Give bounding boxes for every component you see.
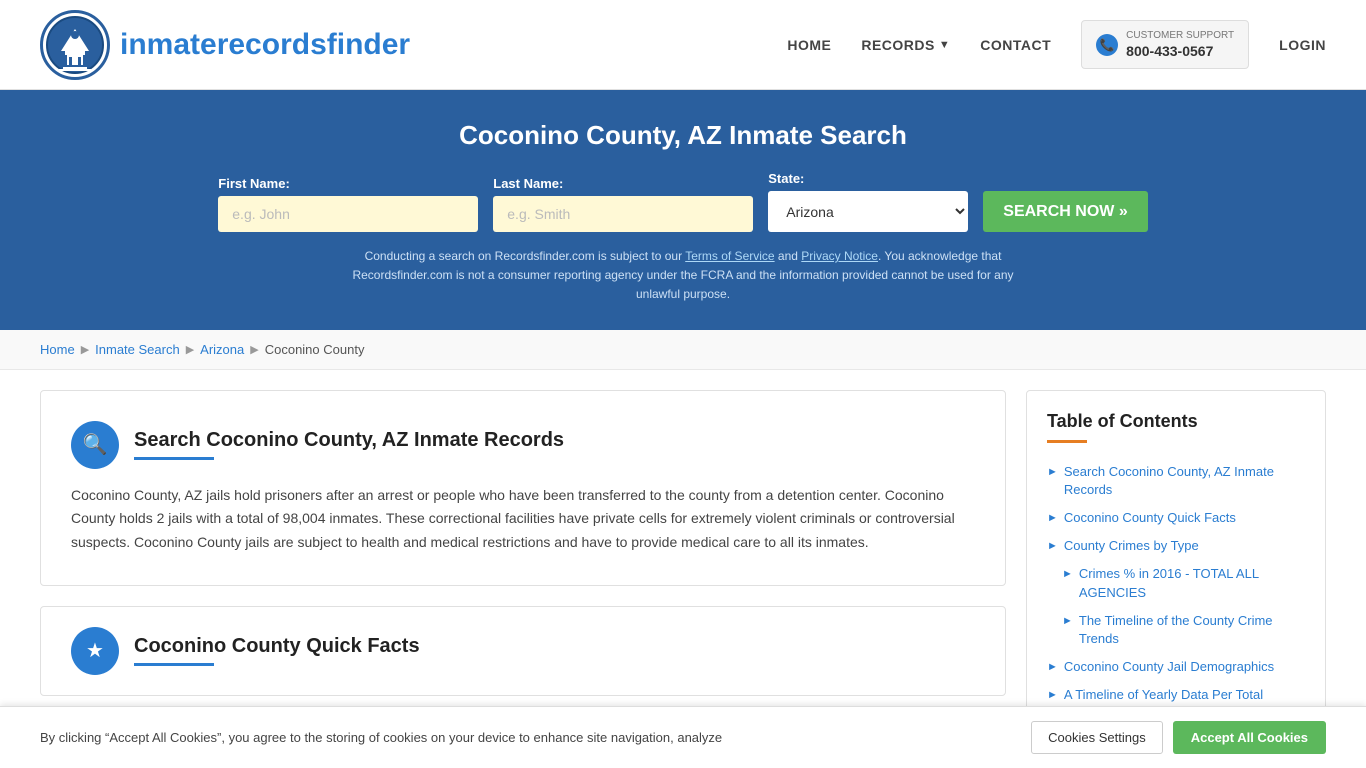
chevron-down-icon: ▼ xyxy=(939,39,950,51)
chevron-icon-1: ► xyxy=(1047,511,1058,526)
breadcrumb-sep-2: ▶ xyxy=(186,343,194,356)
first-name-label: First Name: xyxy=(218,176,478,191)
first-name-input[interactable] xyxy=(218,196,478,232)
toc-label-1: Coconino County Quick Facts xyxy=(1064,509,1236,527)
last-name-field-group: Last Name: xyxy=(493,176,753,232)
card1-header: 🔍 Search Coconino County, AZ Inmate Reco… xyxy=(71,421,975,469)
state-label: State: xyxy=(768,171,968,186)
content-area: 🔍 Search Coconino County, AZ Inmate Reco… xyxy=(40,390,1006,731)
toc-label-6: A Timeline of Yearly Data Per Total xyxy=(1064,686,1263,704)
header: inmaterecordsfinder HOME RECORDS ▼ CONTA… xyxy=(0,0,1366,90)
toc-label-4: The Timeline of the County Crime Trends xyxy=(1079,612,1305,648)
accept-cookies-button[interactable]: Accept All Cookies xyxy=(1173,721,1326,754)
toc-item-1[interactable]: ► Coconino County Quick Facts xyxy=(1047,504,1305,532)
cookie-banner: By clicking “Accept All Cookies”, you ag… xyxy=(0,706,1366,768)
nav-login[interactable]: LOGIN xyxy=(1279,37,1326,53)
terms-link[interactable]: Terms of Service xyxy=(685,249,774,263)
support-phone: 800-433-0567 xyxy=(1126,42,1234,60)
breadcrumb-home[interactable]: Home xyxy=(40,342,75,357)
logo-plain: inmaterecords xyxy=(120,28,327,61)
breadcrumb-arizona[interactable]: Arizona xyxy=(200,342,244,357)
chevron-icon-2: ► xyxy=(1047,539,1058,554)
search-button[interactable]: SEARCH NOW » xyxy=(983,191,1147,232)
disclaimer: Conducting a search on Recordsfinder.com… xyxy=(333,247,1033,305)
card1-title: Search Coconino County, AZ Inmate Record… xyxy=(134,429,564,452)
hero-section: Coconino County, AZ Inmate Search First … xyxy=(0,90,1366,330)
chevron-icon-5: ► xyxy=(1047,660,1058,675)
toc-item-3[interactable]: ► Crimes % in 2016 - TOTAL ALL AGENCIES xyxy=(1062,560,1305,606)
cookie-btn-group: Cookies Settings Accept All Cookies xyxy=(1031,721,1326,754)
inmate-records-card: 🔍 Search Coconino County, AZ Inmate Reco… xyxy=(40,390,1006,586)
state-field-group: State: Arizona Alabama Alaska California… xyxy=(768,171,968,232)
nav-contact[interactable]: CONTACT xyxy=(980,37,1051,53)
breadcrumb-sep-1: ▶ xyxy=(81,343,89,356)
disclaimer-and: and xyxy=(775,249,802,263)
disclaimer-text: Conducting a search on Recordsfinder.com… xyxy=(365,249,686,263)
chevron-icon-6: ► xyxy=(1047,688,1058,703)
toc-item-2[interactable]: ► County Crimes by Type xyxy=(1047,532,1305,560)
toc-label-0: Search Coconino County, AZ Inmate Record… xyxy=(1064,463,1305,499)
toc-title: Table of Contents xyxy=(1047,411,1305,432)
sidebar: Table of Contents ► Search Coconino Coun… xyxy=(1026,390,1326,731)
toc-item-0[interactable]: ► Search Coconino County, AZ Inmate Reco… xyxy=(1047,458,1305,504)
quick-facts-card: ★ Coconino County Quick Facts xyxy=(40,606,1006,696)
breadcrumb-coconino: Coconino County xyxy=(265,342,365,357)
toc-label-5: Coconino County Jail Demographics xyxy=(1064,658,1274,676)
support-label: CUSTOMER SUPPORT xyxy=(1126,29,1234,42)
nav-home[interactable]: HOME xyxy=(787,37,831,53)
cookie-text: By clicking “Accept All Cookies”, you ag… xyxy=(40,730,1011,745)
nav-records-label: RECORDS xyxy=(861,37,935,53)
hero-title: Coconino County, AZ Inmate Search xyxy=(40,120,1326,151)
toc-divider xyxy=(1047,440,1087,443)
customer-support: 📞 CUSTOMER SUPPORT 800-433-0567 xyxy=(1081,20,1249,69)
logo-text: inmaterecordsfinder xyxy=(120,28,410,62)
toc-item-4[interactable]: ► The Timeline of the County Crime Trend… xyxy=(1062,607,1305,653)
breadcrumb-sep-3: ▶ xyxy=(250,343,258,356)
breadcrumb-inmate-search[interactable]: Inmate Search xyxy=(95,342,180,357)
main-content: 🔍 Search Coconino County, AZ Inmate Reco… xyxy=(0,370,1366,751)
logo-bold: finder xyxy=(327,28,410,61)
card1-body: Coconino County, AZ jails hold prisoners… xyxy=(71,484,975,555)
quick-facts-underline xyxy=(134,663,214,666)
toc-label-3: Crimes % in 2016 - TOTAL ALL AGENCIES xyxy=(1079,565,1305,601)
first-name-field-group: First Name: xyxy=(218,176,478,232)
quick-facts-title-group: Coconino County Quick Facts xyxy=(134,635,420,666)
breadcrumb: Home ▶ Inmate Search ▶ Arizona ▶ Coconin… xyxy=(0,330,1366,370)
privacy-link[interactable]: Privacy Notice xyxy=(801,249,878,263)
search-form: First Name: Last Name: State: Arizona Al… xyxy=(40,171,1326,232)
toc-label-2: County Crimes by Type xyxy=(1064,537,1199,555)
toc-card: Table of Contents ► Search Coconino Coun… xyxy=(1026,390,1326,731)
support-text: CUSTOMER SUPPORT 800-433-0567 xyxy=(1126,29,1234,60)
card1-title-underline xyxy=(134,457,214,460)
cookies-settings-button[interactable]: Cookies Settings xyxy=(1031,721,1163,754)
quick-facts-icon: ★ xyxy=(71,627,119,675)
nav-area: HOME RECORDS ▼ CONTACT 📞 CUSTOMER SUPPOR… xyxy=(787,20,1326,69)
logo-icon xyxy=(40,10,110,80)
quick-facts-preview: ★ Coconino County Quick Facts xyxy=(71,627,975,675)
last-name-label: Last Name: xyxy=(493,176,753,191)
chevron-icon-3: ► xyxy=(1062,567,1073,582)
last-name-input[interactable] xyxy=(493,196,753,232)
phone-icon: 📞 xyxy=(1096,34,1118,56)
state-select[interactable]: Arizona Alabama Alaska California Colora… xyxy=(768,191,968,232)
logo-area: inmaterecordsfinder xyxy=(40,10,410,80)
nav-records[interactable]: RECORDS ▼ xyxy=(861,37,950,53)
search-icon: 🔍 xyxy=(71,421,119,469)
toc-item-5[interactable]: ► Coconino County Jail Demographics xyxy=(1047,653,1305,681)
chevron-icon-0: ► xyxy=(1047,465,1058,480)
card1-title-group: Search Coconino County, AZ Inmate Record… xyxy=(134,429,564,460)
quick-facts-title: Coconino County Quick Facts xyxy=(134,635,420,658)
chevron-icon-4: ► xyxy=(1062,614,1073,629)
